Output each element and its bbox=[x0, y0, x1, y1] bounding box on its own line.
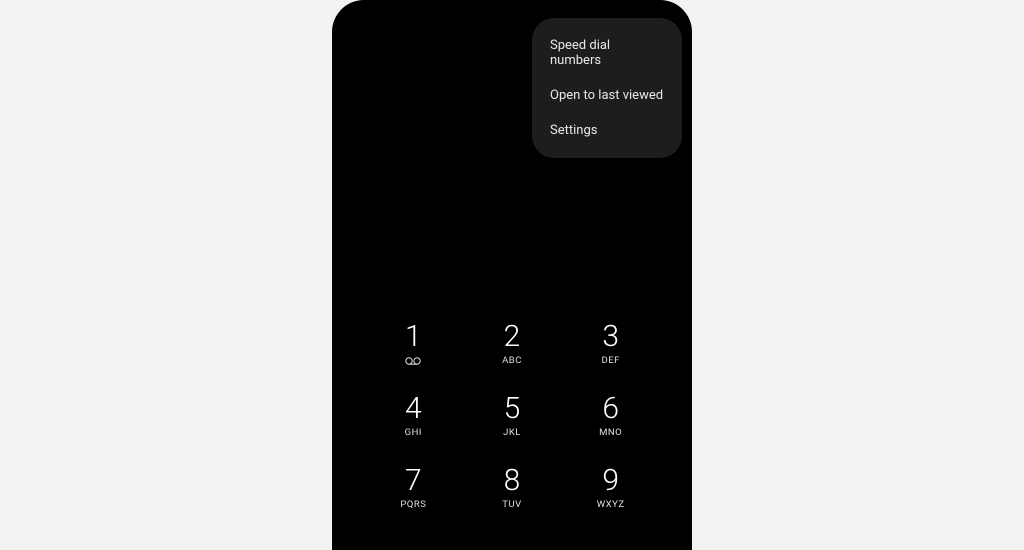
keypad-key-8[interactable]: 8 TUV bbox=[463, 466, 562, 510]
keypad-digit: 8 bbox=[504, 466, 521, 496]
keypad-letters: GHI bbox=[405, 427, 422, 438]
keypad-key-5[interactable]: 5 JKL bbox=[463, 394, 562, 438]
keypad-digit: 3 bbox=[602, 322, 619, 352]
keypad-key-2[interactable]: 2 ABC bbox=[463, 322, 562, 366]
keypad-key-4[interactable]: 4 GHI bbox=[364, 394, 463, 438]
keypad-letters: MNO bbox=[599, 427, 622, 438]
menu-item-speed-dial[interactable]: Speed dial numbers bbox=[532, 28, 682, 78]
keypad-letters: PQRS bbox=[400, 499, 426, 510]
keypad-key-6[interactable]: 6 MNO bbox=[561, 394, 660, 438]
keypad-letters: WXYZ bbox=[597, 499, 625, 510]
keypad-key-7[interactable]: 7 PQRS bbox=[364, 466, 463, 510]
keypad-digit: 4 bbox=[405, 394, 422, 424]
voicemail-icon bbox=[405, 355, 421, 366]
keypad-letters: JKL bbox=[503, 427, 521, 438]
menu-item-settings[interactable]: Settings bbox=[532, 113, 682, 148]
keypad-key-1[interactable]: 1 bbox=[364, 322, 463, 366]
keypad-digit: 5 bbox=[504, 394, 521, 424]
keypad-digit: 9 bbox=[602, 466, 619, 496]
keypad-digit: 2 bbox=[504, 322, 521, 352]
keypad-digit: 6 bbox=[602, 394, 619, 424]
keypad-letters: ABC bbox=[502, 355, 522, 366]
keypad-letters: DEF bbox=[601, 355, 619, 366]
overflow-menu: Speed dial numbers Open to last viewed S… bbox=[532, 18, 682, 158]
dialer-keypad: 1 2 ABC 3 DEF 4 GHI 5 JKL bbox=[332, 322, 692, 510]
phone-frame: Speed dial numbers Open to last viewed S… bbox=[332, 0, 692, 550]
keypad-letters: TUV bbox=[502, 499, 521, 510]
keypad-digit: 1 bbox=[405, 322, 422, 352]
keypad-digit: 7 bbox=[405, 466, 422, 496]
keypad-key-3[interactable]: 3 DEF bbox=[561, 322, 660, 366]
menu-item-open-last-viewed[interactable]: Open to last viewed bbox=[532, 78, 682, 113]
keypad-key-9[interactable]: 9 WXYZ bbox=[561, 466, 660, 510]
